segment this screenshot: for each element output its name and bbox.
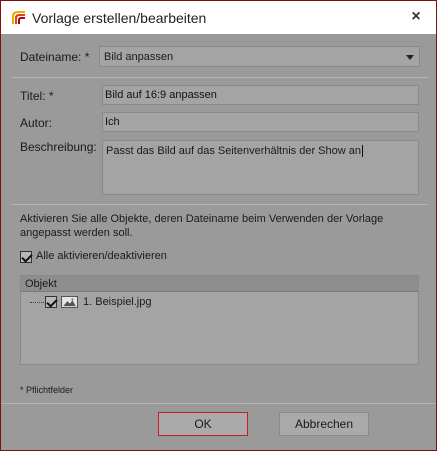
image-icon: [61, 296, 78, 308]
titel-label: Titel: *: [20, 89, 54, 103]
dateiname-label: Dateiname: *: [20, 50, 90, 64]
dialog-window: Vorlage erstellen/bearbeiten × Dateiname…: [0, 0, 437, 451]
tree-connector: [30, 302, 44, 303]
row-label: 1. Beispiel.jpg: [83, 296, 152, 308]
close-button[interactable]: ×: [404, 6, 428, 28]
toggle-all-checkbox[interactable]: [20, 251, 32, 263]
object-tree[interactable]: Objekt 1. Beispiel.jpg: [20, 275, 419, 365]
app-logo-icon: [11, 10, 26, 25]
beschreibung-textarea[interactable]: Passt das Bild auf das Seitenverhältnis …: [102, 140, 419, 195]
autor-input[interactable]: Ich: [102, 112, 419, 132]
titel-input[interactable]: Bild auf 16:9 anpassen: [102, 85, 419, 105]
divider: [11, 204, 428, 205]
title-bar: Vorlage erstellen/bearbeiten ×: [1, 1, 436, 34]
divider: [11, 77, 428, 78]
dialog-footer: OK Abbrechen: [1, 403, 436, 450]
required-footnote: * Pflichtfelder: [20, 385, 74, 395]
window-title: Vorlage erstellen/bearbeiten: [32, 10, 207, 26]
beschreibung-value: Passt das Bild auf das Seitenverhältnis …: [106, 145, 361, 157]
chevron-down-icon: [406, 55, 414, 60]
objects-info-text: Aktivieren Sie alle Objekte, deren Datei…: [20, 213, 384, 239]
text-cursor: [361, 145, 363, 158]
ok-button[interactable]: OK: [158, 412, 248, 436]
dateiname-select[interactable]: Bild anpassen: [99, 46, 420, 67]
dateiname-value: Bild anpassen: [104, 51, 174, 63]
beschreibung-label: Beschreibung:: [20, 140, 97, 154]
cancel-button[interactable]: Abbrechen: [279, 412, 369, 436]
tree-column-header: Objekt: [21, 276, 418, 292]
close-icon: ×: [411, 8, 421, 25]
row-checkbox[interactable]: [45, 296, 57, 308]
tree-row[interactable]: 1. Beispiel.jpg: [21, 294, 418, 310]
toggle-all-label[interactable]: Alle aktivieren/deaktivieren: [36, 250, 167, 262]
autor-label: Autor:: [20, 116, 53, 130]
